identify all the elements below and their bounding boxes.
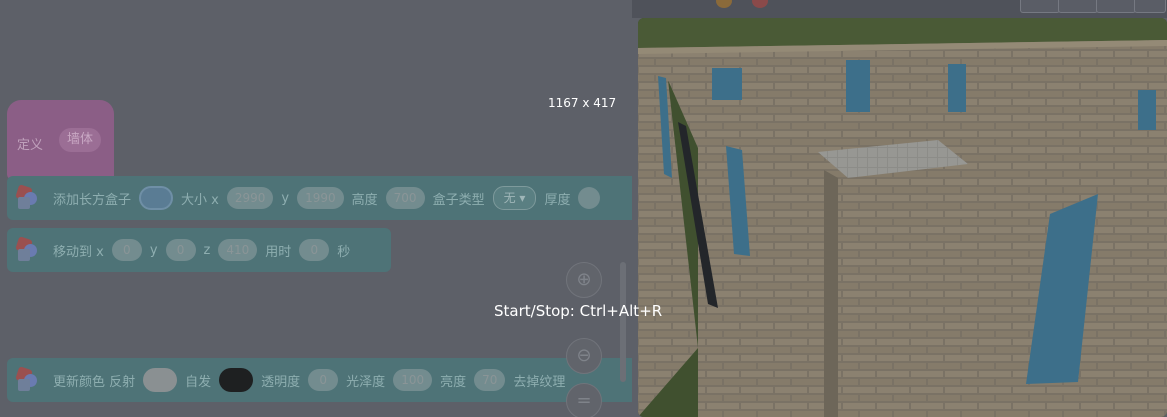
cube-sphere-icon bbox=[15, 236, 39, 262]
gloss-input[interactable]: 100 bbox=[393, 369, 433, 391]
move-x-label: 移动到 x bbox=[53, 244, 104, 260]
size-y-label: y bbox=[281, 190, 290, 206]
chevron-down-icon: ▾ bbox=[519, 191, 526, 205]
code-workspace[interactable]: 定义 墙体 添加长方盒子 大小 x 2990 y 1990 高度 700 盒子类… bbox=[0, 0, 632, 417]
zoom-out-button[interactable]: ⊖ bbox=[566, 338, 602, 374]
emissive-label: 自发 bbox=[185, 374, 212, 390]
move-time-label: 用时 bbox=[265, 244, 292, 260]
zoom-in-button[interactable]: ⊕ bbox=[566, 262, 602, 298]
define-name[interactable]: 墙体 bbox=[59, 128, 102, 152]
height-input[interactable]: 700 bbox=[385, 187, 425, 209]
gloss-label: 光泽度 bbox=[346, 374, 386, 390]
stage-3d-view[interactable] bbox=[638, 18, 1167, 417]
toolbar-icon-2[interactable] bbox=[752, 0, 768, 8]
screen-size-label: 1167 x 417 bbox=[548, 96, 617, 110]
move-to-block[interactable]: 移动到 x 0 y 0 z 410 用时 0 秒 bbox=[7, 228, 391, 272]
move-time-input[interactable]: 0 bbox=[299, 239, 330, 261]
zoom-out-icon: ⊖ bbox=[576, 345, 592, 366]
move-z-label: z bbox=[203, 242, 211, 258]
height-label: 高度 bbox=[351, 192, 378, 208]
thickness-label: 厚度 bbox=[544, 192, 571, 208]
size-y-input[interactable]: 1990 bbox=[297, 187, 344, 209]
add-box-block[interactable]: 添加长方盒子 大小 x 2990 y 1990 高度 700 盒子类型 无 ▾ … bbox=[7, 176, 632, 220]
zoom-reset-icon: = bbox=[576, 390, 592, 411]
box-color-swatch[interactable] bbox=[139, 186, 174, 210]
layout-small-stage-button[interactable] bbox=[1020, 0, 1060, 13]
define-block[interactable]: 定义 墙体 bbox=[7, 100, 114, 180]
cube-sphere-icon bbox=[15, 184, 39, 210]
box-type-value: 无 bbox=[503, 191, 516, 205]
add-box-label: 添加长方盒子 bbox=[53, 192, 132, 208]
brightness-label: 亮度 bbox=[440, 374, 467, 390]
workspace-scrollbar[interactable] bbox=[620, 262, 626, 382]
move-y-input[interactable]: 0 bbox=[165, 239, 196, 261]
layout-normal-stage-button[interactable] bbox=[1058, 0, 1098, 13]
reflect-color-swatch[interactable] bbox=[143, 368, 178, 392]
record-hint-label: Start/Stop: Ctrl+Alt+R bbox=[494, 302, 663, 320]
thickness-input[interactable] bbox=[578, 187, 601, 209]
zoom-reset-button[interactable]: = bbox=[566, 383, 602, 417]
brightness-input[interactable]: 70 bbox=[474, 369, 506, 391]
move-y-label: y bbox=[149, 242, 158, 258]
update-color-block[interactable]: 更新颜色 反射 自发 透明度 0 光泽度 100 亮度 70 去掉纹理 bbox=[7, 358, 632, 402]
box-type-label: 盒子类型 bbox=[432, 192, 485, 208]
update-color-label: 更新颜色 反射 bbox=[53, 374, 136, 390]
layout-large-stage-button[interactable] bbox=[1096, 0, 1136, 13]
define-keyword: 定义 bbox=[17, 138, 44, 153]
size-x-input[interactable]: 2990 bbox=[226, 187, 274, 209]
move-x-input[interactable]: 0 bbox=[111, 239, 142, 261]
fullscreen-button[interactable] bbox=[1134, 0, 1166, 13]
stage-scene bbox=[638, 18, 1167, 417]
remove-texture-label: 去掉纹理 bbox=[513, 374, 566, 390]
size-x-label: 大小 x bbox=[181, 192, 219, 208]
move-z-input[interactable]: 410 bbox=[218, 239, 258, 261]
zoom-in-icon: ⊕ bbox=[576, 269, 592, 290]
opacity-label: 透明度 bbox=[261, 374, 301, 390]
move-time-unit: 秒 bbox=[337, 244, 351, 260]
cube-sphere-icon bbox=[15, 366, 39, 392]
box-type-dropdown[interactable]: 无 ▾ bbox=[492, 186, 537, 210]
toolbar-icon-1[interactable] bbox=[716, 0, 732, 8]
emissive-color-swatch[interactable] bbox=[219, 368, 254, 392]
opacity-input[interactable]: 0 bbox=[308, 369, 339, 391]
